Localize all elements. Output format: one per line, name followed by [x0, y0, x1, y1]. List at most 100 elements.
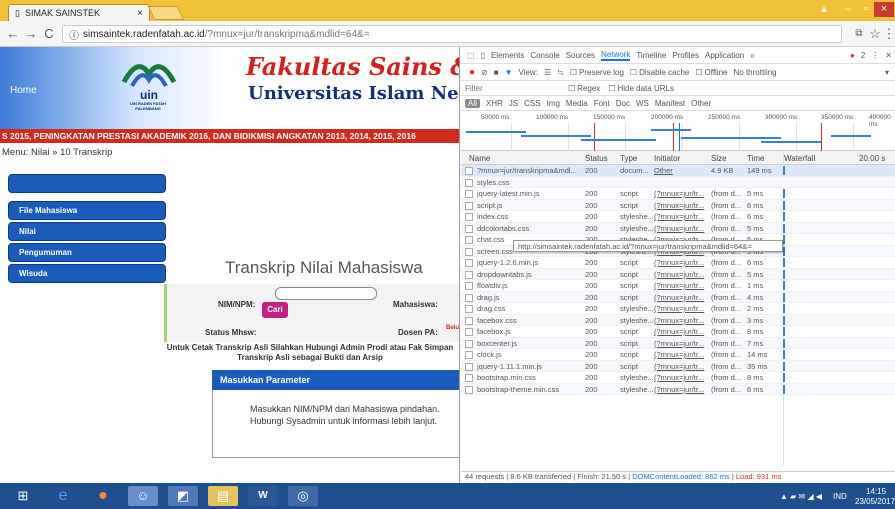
tab-more[interactable]: »	[750, 51, 754, 60]
hide-data-checkbox[interactable]: ☐	[608, 84, 615, 93]
menu-icon[interactable]: ⋮	[882, 26, 895, 42]
camera-icon[interactable]: ■	[494, 68, 499, 77]
table-row[interactable]: boxcenter.js 200 script (?mnux=jur/tr... (fr…	[461, 337, 895, 349]
waterfall-view-icon[interactable]: ≒	[557, 68, 564, 77]
chevron-down-icon[interactable]: ▾	[885, 68, 889, 77]
reload-button[interactable]: C	[42, 26, 56, 42]
sidebar-item-nilai[interactable]: Nilai	[8, 222, 166, 241]
chrome-icon[interactable]: ◎	[288, 486, 318, 506]
new-tab-button[interactable]	[147, 6, 185, 20]
cell-initiator[interactable]: (?mnux=jur/tr...	[654, 224, 706, 233]
type-manifest[interactable]: Manifest	[655, 99, 685, 108]
cell-initiator[interactable]: (?mnux=jur/tr...	[654, 373, 706, 382]
cell-initiator[interactable]: (?mnux=jur/tr...	[654, 339, 706, 348]
tab-application[interactable]: Application	[705, 51, 744, 60]
type-font[interactable]: Font	[594, 99, 610, 108]
media-icon[interactable]: ◩	[168, 486, 198, 506]
table-row[interactable]: ?mnux=jur/transkripma&mdl... 200 docum... O…	[461, 165, 895, 177]
cell-name[interactable]: bootstrap-theme.min.css	[477, 385, 577, 394]
back-button[interactable]: ←	[6, 26, 20, 42]
sidebar-item-pengumuman[interactable]: Pengumuman	[8, 243, 166, 262]
cell-initiator[interactable]: (?mnux=jur/tr...	[654, 270, 706, 279]
filter-icon[interactable]: ▼	[505, 68, 513, 77]
cell-name[interactable]: drag.js	[477, 293, 577, 302]
type-xhr[interactable]: XHR	[486, 99, 503, 108]
inspect-icon[interactable]: ⬚	[467, 51, 475, 60]
table-row[interactable]: dropdowntabs.js 200 script (?mnux=jur/tr...…	[461, 268, 895, 280]
table-row[interactable]: facebox.css 200 styleshe... (?mnux=jur/tr..…	[461, 314, 895, 326]
col-time[interactable]: Time	[747, 154, 764, 163]
type-all[interactable]: All	[465, 98, 480, 108]
sidebar-item-blank[interactable]	[8, 174, 166, 193]
language-indicator[interactable]: IND	[833, 492, 847, 501]
cari-button[interactable]: Cari	[262, 302, 288, 318]
table-row[interactable]: styles.css	[461, 176, 895, 188]
sidebar-item-wisuda[interactable]: Wisuda	[8, 264, 166, 283]
record-icon[interactable]: ●	[469, 67, 475, 78]
windows-start-icon[interactable]: ⊞	[8, 486, 38, 506]
bookmark-star-icon[interactable]: ☆	[868, 26, 882, 42]
forward-button[interactable]: →	[24, 26, 38, 42]
tab-profiles[interactable]: Profiles	[672, 51, 699, 60]
col-waterfall[interactable]: Waterfall	[784, 154, 815, 163]
table-row[interactable]: facebox.js 200 script (?mnux=jur/tr... (from…	[461, 326, 895, 338]
table-row[interactable]: script.js 200 script (?mnux=jur/tr... (from …	[461, 199, 895, 211]
col-status[interactable]: Status	[585, 154, 608, 163]
type-doc[interactable]: Doc	[616, 99, 630, 108]
minimize-button[interactable]: –	[838, 2, 858, 17]
cell-name[interactable]: jquery-1.11.1.min.js	[477, 362, 577, 371]
cell-name[interactable]: boxcenter.js	[477, 339, 577, 348]
tab-sources[interactable]: Sources	[566, 51, 595, 60]
type-js[interactable]: JS	[509, 99, 518, 108]
filter-input[interactable]	[465, 82, 560, 94]
list-view-icon[interactable]: ☰	[544, 68, 551, 77]
type-img[interactable]: Img	[547, 99, 560, 108]
device-icon[interactable]: ▯	[481, 51, 485, 60]
cell-name[interactable]: script.js	[477, 201, 577, 210]
tab-timeline[interactable]: Timeline	[636, 51, 666, 60]
table-row[interactable]: bootstrap.min.css 200 styleshe... (?mnux=ju…	[461, 372, 895, 384]
cell-name[interactable]: floatdiv.js	[477, 281, 577, 290]
cell-initiator[interactable]: (?mnux=jur/tr...	[654, 327, 706, 336]
table-row[interactable]: jquery-1.11.1.min.js 200 script (?mnux=jur/…	[461, 360, 895, 372]
firefox-icon[interactable]: ●	[88, 486, 118, 506]
cell-initiator[interactable]: (?mnux=jur/tr...	[654, 362, 706, 371]
cell-name[interactable]: jquery-1.2.6.min.js	[477, 258, 577, 267]
cache-checkbox[interactable]: ☐	[630, 68, 637, 77]
user-icon[interactable]: ▴	[814, 2, 834, 17]
table-row[interactable]: clock.js 200 script (?mnux=jur/tr... (from d…	[461, 349, 895, 361]
error-icon[interactable]: ●	[850, 51, 855, 60]
clock-date[interactable]: 23/05/2017	[855, 497, 895, 506]
url-input[interactable]: ⓘ simsaintek.radenfatah.ac.id/?mnux=jur/…	[62, 25, 842, 43]
col-size[interactable]: Size	[711, 154, 727, 163]
col-initiator[interactable]: Initiator	[654, 154, 680, 163]
timeline-overview[interactable]: 50000 ms 100000 ms 150000 ms 200000 ms 2…	[461, 111, 895, 151]
cell-name[interactable]: ?mnux=jur/transkripma&mdl...	[477, 166, 577, 175]
table-row[interactable]: index.css 200 styleshe... (?mnux=jur/tr... (…	[461, 211, 895, 223]
close-window-button[interactable]: ×	[874, 2, 894, 17]
type-media[interactable]: Media	[566, 99, 588, 108]
table-row[interactable]: floatdiv.js 200 script (?mnux=jur/tr... (fro…	[461, 280, 895, 292]
maximize-button[interactable]: ▫	[856, 2, 876, 17]
cell-name[interactable]: dropdowntabs.js	[477, 270, 577, 279]
nim-input[interactable]	[275, 287, 377, 300]
type-css[interactable]: CSS	[524, 99, 540, 108]
tab-close-icon[interactable]: ×	[137, 8, 143, 19]
cell-initiator[interactable]: (?mnux=jur/tr...	[654, 385, 706, 394]
cell-initiator[interactable]: (?mnux=jur/tr...	[654, 258, 706, 267]
cell-name[interactable]: facebox.js	[477, 327, 577, 336]
sidebar-item-file-mahasiswa[interactable]: File Mahasiswa	[8, 201, 166, 220]
col-name[interactable]: Name	[469, 154, 490, 163]
cell-initiator[interactable]: (?mnux=jur/tr...	[654, 293, 706, 302]
table-row[interactable]: jquery-1.2.6.min.js 200 script (?mnux=jur/t…	[461, 257, 895, 269]
throttle-select[interactable]: No throttling	[734, 68, 777, 77]
table-row[interactable]: ddcolortabs.css 200 styleshe... (?mnux=jur/…	[461, 222, 895, 234]
info-icon[interactable]: ⓘ	[69, 27, 79, 42]
cell-name[interactable]: drag.css	[477, 304, 577, 313]
table-row[interactable]: jquery-latest.min.js 200 script (?mnux=jur/…	[461, 188, 895, 200]
cell-name[interactable]: jquery-latest.min.js	[477, 189, 577, 198]
type-other[interactable]: Other	[691, 99, 711, 108]
tab-elements[interactable]: Elements	[491, 51, 524, 60]
clear-icon[interactable]: ⊘	[481, 68, 488, 77]
translate-icon[interactable]: ⧉	[852, 26, 866, 42]
